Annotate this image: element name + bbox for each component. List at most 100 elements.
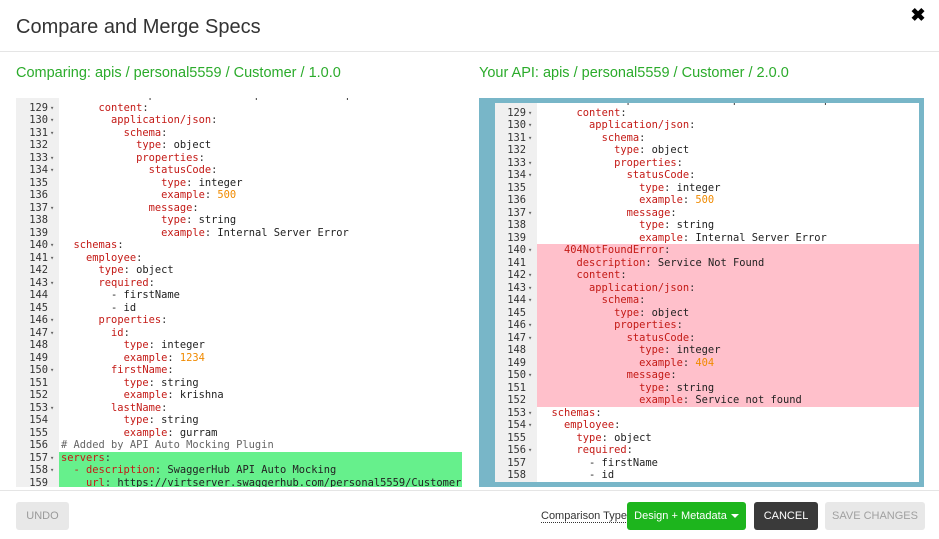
yaml-key: type (576, 431, 602, 444)
fold-toggle-icon[interactable]: ▾ (50, 452, 54, 465)
line-number: 157 (29, 451, 48, 464)
cancel-button[interactable]: CANCEL (754, 502, 818, 530)
fold-toggle-icon[interactable]: ▾ (50, 202, 54, 215)
fold-toggle-icon[interactable]: ▾ (50, 102, 54, 115)
code-text: type: object (614, 144, 690, 156)
right-code-editor[interactable]: description: Unable to process the reque… (479, 98, 924, 487)
yaml-key: example (639, 394, 683, 406)
yaml-key: id (111, 326, 124, 339)
yaml-value: gurram (179, 426, 218, 439)
code-text: firstName: (111, 364, 174, 376)
fold-toggle-icon[interactable]: ▾ (50, 364, 54, 377)
line-number: 132 (507, 144, 526, 156)
code-text: servers: (61, 451, 112, 464)
fold-toggle-icon[interactable]: ▾ (528, 107, 532, 120)
fold-toggle-icon[interactable]: ▾ (528, 282, 532, 295)
fold-toggle-icon[interactable]: ▾ (528, 332, 532, 345)
fold-toggle-icon[interactable]: ▾ (528, 132, 532, 145)
fold-toggle-icon[interactable]: ▾ (50, 127, 54, 140)
line-number: 133 (507, 156, 526, 169)
code-line: 129 ▾ content: (16, 101, 462, 115)
code-text: schema: (601, 131, 646, 144)
fold-toggle-icon[interactable]: ▾ (528, 119, 532, 132)
yaml-key: required (576, 444, 627, 456)
save-changes-button[interactable]: SAVE CHANGES (825, 502, 925, 530)
fold-toggle-icon[interactable]: ▾ (50, 239, 54, 252)
code-text: description: Unable to process the reque… (539, 98, 852, 106)
code-text: example: 500 (161, 189, 237, 201)
code-line: 134 ▾ statusCode: (16, 164, 462, 177)
fold-toggle-icon[interactable]: ▾ (528, 294, 532, 307)
code-line: 133 ▾ properties: (495, 156, 919, 170)
code-text: message: (148, 201, 199, 214)
yaml-key: statusCode (148, 164, 212, 176)
code-text: content: (576, 269, 627, 281)
fold-toggle-icon[interactable]: ▾ (528, 157, 532, 170)
fold-toggle-icon[interactable]: ▾ (528, 444, 532, 457)
fold-toggle-icon[interactable]: ▾ (528, 244, 532, 257)
fold-toggle-icon[interactable]: ▾ (528, 319, 532, 332)
fold-toggle-icon[interactable]: ▾ (50, 464, 54, 477)
fold-toggle-icon[interactable]: ▾ (50, 314, 54, 327)
code-text: required: (98, 276, 155, 289)
yaml-key: message (626, 206, 671, 219)
yaml-value: string (161, 376, 199, 389)
line-number: 141 (507, 256, 526, 269)
line-gutter (495, 481, 537, 482)
code-line: 132 type: object (16, 139, 462, 152)
fold-toggle-icon[interactable]: ▾ (50, 402, 54, 415)
line-number: 138 (507, 219, 526, 231)
code-line: 159▾ properties: (495, 481, 919, 483)
line-number: 158 (29, 464, 48, 476)
code-text: example: 404 (639, 356, 715, 369)
line-number: 143 (29, 276, 48, 289)
yaml-value: integer (198, 176, 243, 189)
left-code-editor[interactable]: description: Unable to process the reque… (16, 98, 462, 487)
line-number: 146 (29, 314, 48, 326)
line-number: 151 (507, 381, 526, 394)
code-line: 141 description: Service Not Found (495, 256, 919, 269)
yaml-list-item: - id (589, 469, 615, 481)
fold-toggle-icon[interactable]: ▾ (50, 152, 54, 165)
line-number: 155 (507, 431, 526, 444)
code-text: statusCode: (626, 169, 696, 181)
fold-toggle-icon[interactable]: ▾ (528, 419, 532, 432)
code-line: 142 type: object (16, 264, 462, 277)
comparison-type-dropdown[interactable]: Design + Metadata (627, 502, 746, 530)
close-icon[interactable]: ✖ (909, 6, 927, 24)
code-line: 146 ▾ properties: (16, 314, 462, 327)
line-number: 147 (507, 331, 526, 344)
fold-toggle-icon[interactable]: ▾ (528, 269, 532, 282)
right-pane-title: Your API: apis / personal5559 / Customer… (479, 65, 789, 81)
fold-toggle-icon[interactable]: ▾ (50, 277, 54, 290)
code-line: 139 example: Internal Server Error (16, 226, 462, 239)
fold-toggle-icon[interactable]: ▾ (50, 114, 54, 127)
fold-toggle-icon[interactable]: ▾ (528, 369, 532, 382)
code-text: schema: (123, 126, 168, 139)
code-line: 134 ▾ statusCode: (495, 169, 919, 182)
code-line: 131 ▾ schema: (16, 126, 462, 140)
comparison-type-value: Design + Metadata (634, 510, 727, 522)
code-line: 156 # Added by API Auto Mocking Plugin (16, 439, 462, 452)
fold-toggle-icon[interactable]: ▾ (528, 207, 532, 220)
fold-toggle-icon[interactable]: ▾ (50, 252, 54, 265)
fold-toggle-icon[interactable]: ▾ (50, 327, 54, 340)
code-text: type: integer (639, 344, 721, 356)
code-line: 157 - firstName (495, 456, 919, 469)
yaml-value: object (651, 306, 690, 319)
yaml-key: properties (136, 151, 199, 164)
fold-toggle-icon[interactable]: ▾ (528, 407, 532, 420)
comparison-type-label: Comparison Type: (541, 510, 631, 523)
yaml-key: type (123, 339, 149, 351)
code-text: type: integer (161, 176, 243, 189)
code-line: 137 ▾ message: (495, 206, 919, 220)
fold-toggle-icon[interactable]: ▾ (50, 164, 54, 177)
fold-toggle-icon[interactable]: ▾ (528, 169, 532, 182)
code-line: 158 - id (495, 469, 919, 482)
code-text: type: integer (639, 181, 721, 194)
code-text: properties: (539, 482, 646, 483)
fold-toggle-icon[interactable]: ▾ (528, 482, 532, 483)
undo-button[interactable]: UNDO (16, 502, 69, 530)
yaml-key: servers (61, 451, 105, 464)
yaml-key: example (639, 194, 683, 206)
